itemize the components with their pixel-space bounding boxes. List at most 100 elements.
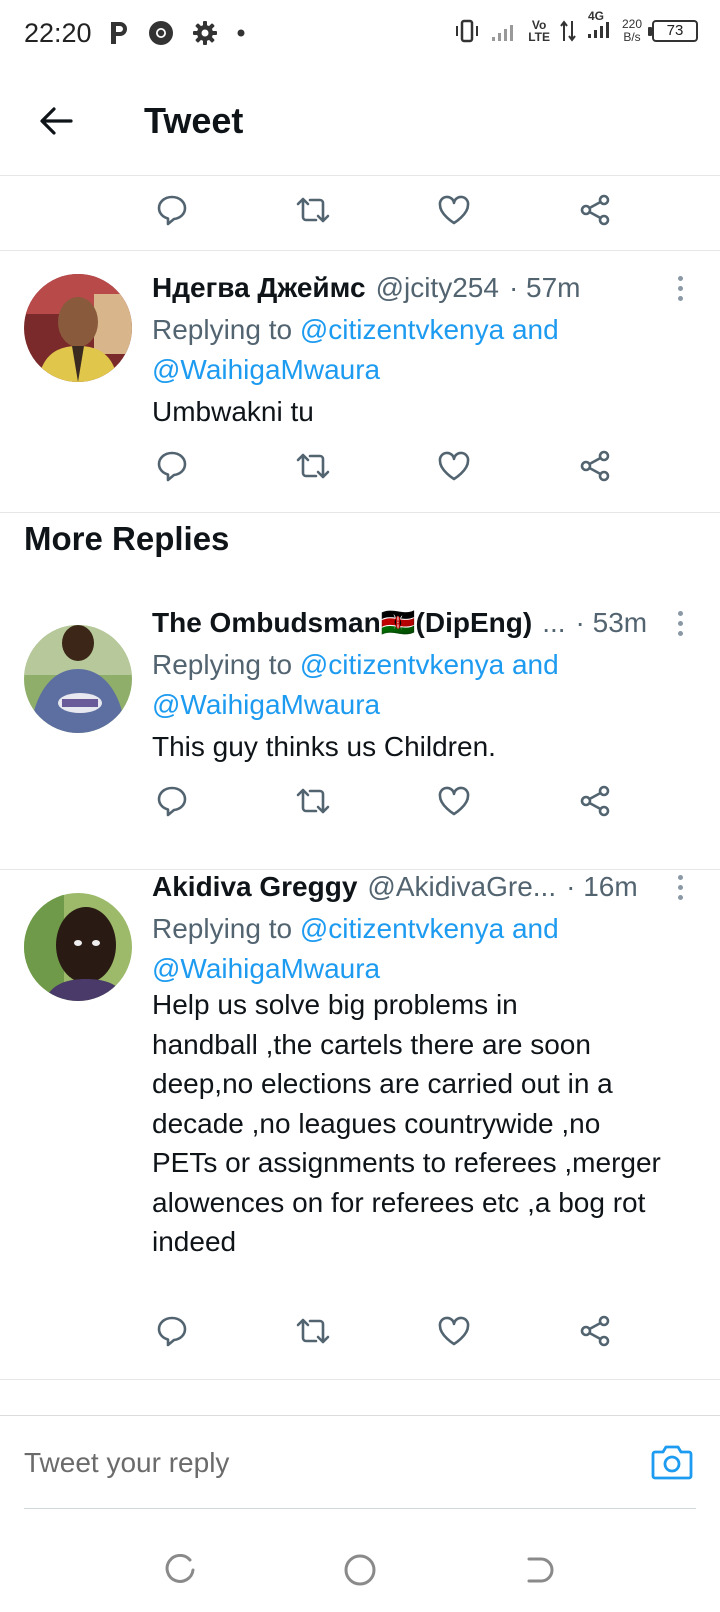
network-signal: 4G <box>586 10 612 45</box>
heart-icon <box>438 1316 470 1346</box>
share-button[interactable] <box>575 446 615 486</box>
mention-link[interactable]: @WaihigaMwaura <box>152 354 380 385</box>
tweet-text: Help us solve big problems in handball ,… <box>152 989 661 1257</box>
reply-button[interactable] <box>152 446 192 486</box>
reply-icon <box>157 451 187 482</box>
divider <box>0 1379 720 1380</box>
status-left-icons <box>108 20 246 46</box>
heart-icon <box>438 195 470 225</box>
avatar-image <box>24 893 132 1001</box>
replying-to: Replying to @citizentvkenya and @Waihiga… <box>152 314 559 385</box>
reply-input[interactable]: Tweet your reply <box>24 1438 624 1488</box>
avatar[interactable] <box>24 625 132 733</box>
tweet-header: Akidiva Greggy @AkidivaGre... · 16m <box>152 869 660 905</box>
chrome-icon <box>148 21 173 45</box>
mention-link[interactable]: @citizentvkenya and <box>300 649 559 680</box>
replying-to: Replying to @citizentvkenya and @Waihiga… <box>152 913 559 984</box>
display-name[interactable]: Akidiva Greggy <box>152 869 357 905</box>
vibrate-icon <box>456 19 479 42</box>
battery-indicator: 73 <box>648 19 698 42</box>
arrow-left-icon <box>40 106 73 135</box>
mention-link[interactable]: @citizentvkenya and <box>300 913 559 944</box>
retweet-button[interactable] <box>293 781 333 821</box>
user-handle[interactable]: ... <box>542 605 565 641</box>
back-icon <box>527 1557 554 1583</box>
tweet-time: · 57m <box>508 272 581 303</box>
reply-button[interactable] <box>152 190 192 230</box>
more-options-button[interactable] <box>668 869 692 905</box>
back-button[interactable] <box>26 91 86 151</box>
avatar-image <box>24 274 132 382</box>
back-nav-button[interactable] <box>522 1552 558 1588</box>
reply-button[interactable] <box>152 1311 192 1351</box>
heart-icon <box>438 786 470 816</box>
more-options-button[interactable] <box>668 605 692 641</box>
replying-to: Replying to @citizentvkenya and @Waihiga… <box>152 649 559 720</box>
recent-apps-icon <box>165 1554 195 1583</box>
display-name[interactable]: Ндегва Джеймс <box>152 270 366 306</box>
settings-icon <box>192 21 217 45</box>
like-button[interactable] <box>434 781 474 821</box>
tweet-actions <box>0 1311 720 1351</box>
tweet-actions <box>0 190 720 230</box>
reply-button[interactable] <box>152 781 192 821</box>
like-button[interactable] <box>434 446 474 486</box>
input-underline <box>24 1508 696 1509</box>
parking-icon <box>110 22 127 44</box>
tweet-time: · 16m <box>566 871 638 902</box>
tweet-text: Umbwakni tu <box>152 396 314 427</box>
page-header: Tweet <box>0 66 720 176</box>
avatar-image <box>24 625 132 733</box>
reply-composer: Tweet your reply <box>0 1415 720 1509</box>
mention-link[interactable]: @WaihigaMwaura <box>152 689 380 720</box>
reply-tweet[interactable]: The Ombudsman🇰🇪(DipEng) ... · 53m Replyi… <box>0 605 720 869</box>
tweet-actions <box>0 781 720 821</box>
tweet-actions <box>0 446 720 486</box>
retweet-button[interactable] <box>293 1311 333 1351</box>
share-button[interactable] <box>575 781 615 821</box>
reply-tweet[interactable]: Akidiva Greggy @AkidivaGre... · 16m Repl… <box>0 869 720 1379</box>
share-icon <box>580 785 610 817</box>
volte-indicator: Vo LTE <box>528 17 550 44</box>
like-button[interactable] <box>434 190 474 230</box>
like-button[interactable] <box>434 1311 474 1351</box>
user-handle[interactable]: @AkidivaGre... <box>367 869 556 905</box>
avatar[interactable] <box>24 274 132 382</box>
retweet-icon <box>296 1318 330 1344</box>
system-navigation-bar <box>0 1522 720 1612</box>
home-button[interactable] <box>342 1552 378 1588</box>
page-title: Tweet <box>144 99 244 141</box>
tweet-time: · 53m <box>575 607 648 638</box>
mention-link[interactable]: @citizentvkenya and <box>300 314 559 345</box>
reply-tweet[interactable]: Ндегва Джеймс @jcity254 · 57m Replying t… <box>0 250 720 512</box>
retweet-icon <box>296 197 330 223</box>
more-replies-heading: More Replies <box>24 520 230 557</box>
share-icon <box>580 1315 610 1347</box>
status-bar: 22:20 Vo LTE 4G 220 B/s 73 <box>0 0 720 66</box>
retweet-icon <box>296 788 330 814</box>
share-button[interactable] <box>575 1311 615 1351</box>
reply-icon <box>157 1316 187 1347</box>
user-handle[interactable]: @jcity254 <box>376 270 499 306</box>
signal-icon <box>492 24 514 41</box>
retweet-icon <box>296 453 330 479</box>
heart-icon <box>438 451 470 481</box>
more-options-button[interactable] <box>668 270 692 306</box>
share-icon <box>580 450 610 482</box>
display-name[interactable]: The Ombudsman🇰🇪(DipEng) <box>152 605 532 641</box>
recent-apps-button[interactable] <box>162 1552 198 1588</box>
reply-icon <box>157 195 187 226</box>
tweet-header: Ндегва Джеймс @jcity254 · 57m <box>152 270 660 306</box>
share-button[interactable] <box>575 190 615 230</box>
share-icon <box>580 194 610 226</box>
retweet-button[interactable] <box>293 446 333 486</box>
camera-button[interactable] <box>650 1442 694 1482</box>
home-icon <box>344 1554 376 1586</box>
mention-link[interactable]: @WaihigaMwaura <box>152 953 380 984</box>
avatar[interactable] <box>24 893 132 1001</box>
camera-icon <box>651 1445 693 1480</box>
dot-icon <box>237 29 245 37</box>
status-time: 22:20 <box>24 17 92 48</box>
status-right-icons: Vo LTE 4G 220 B/s 73 <box>454 10 698 45</box>
retweet-button[interactable] <box>293 190 333 230</box>
